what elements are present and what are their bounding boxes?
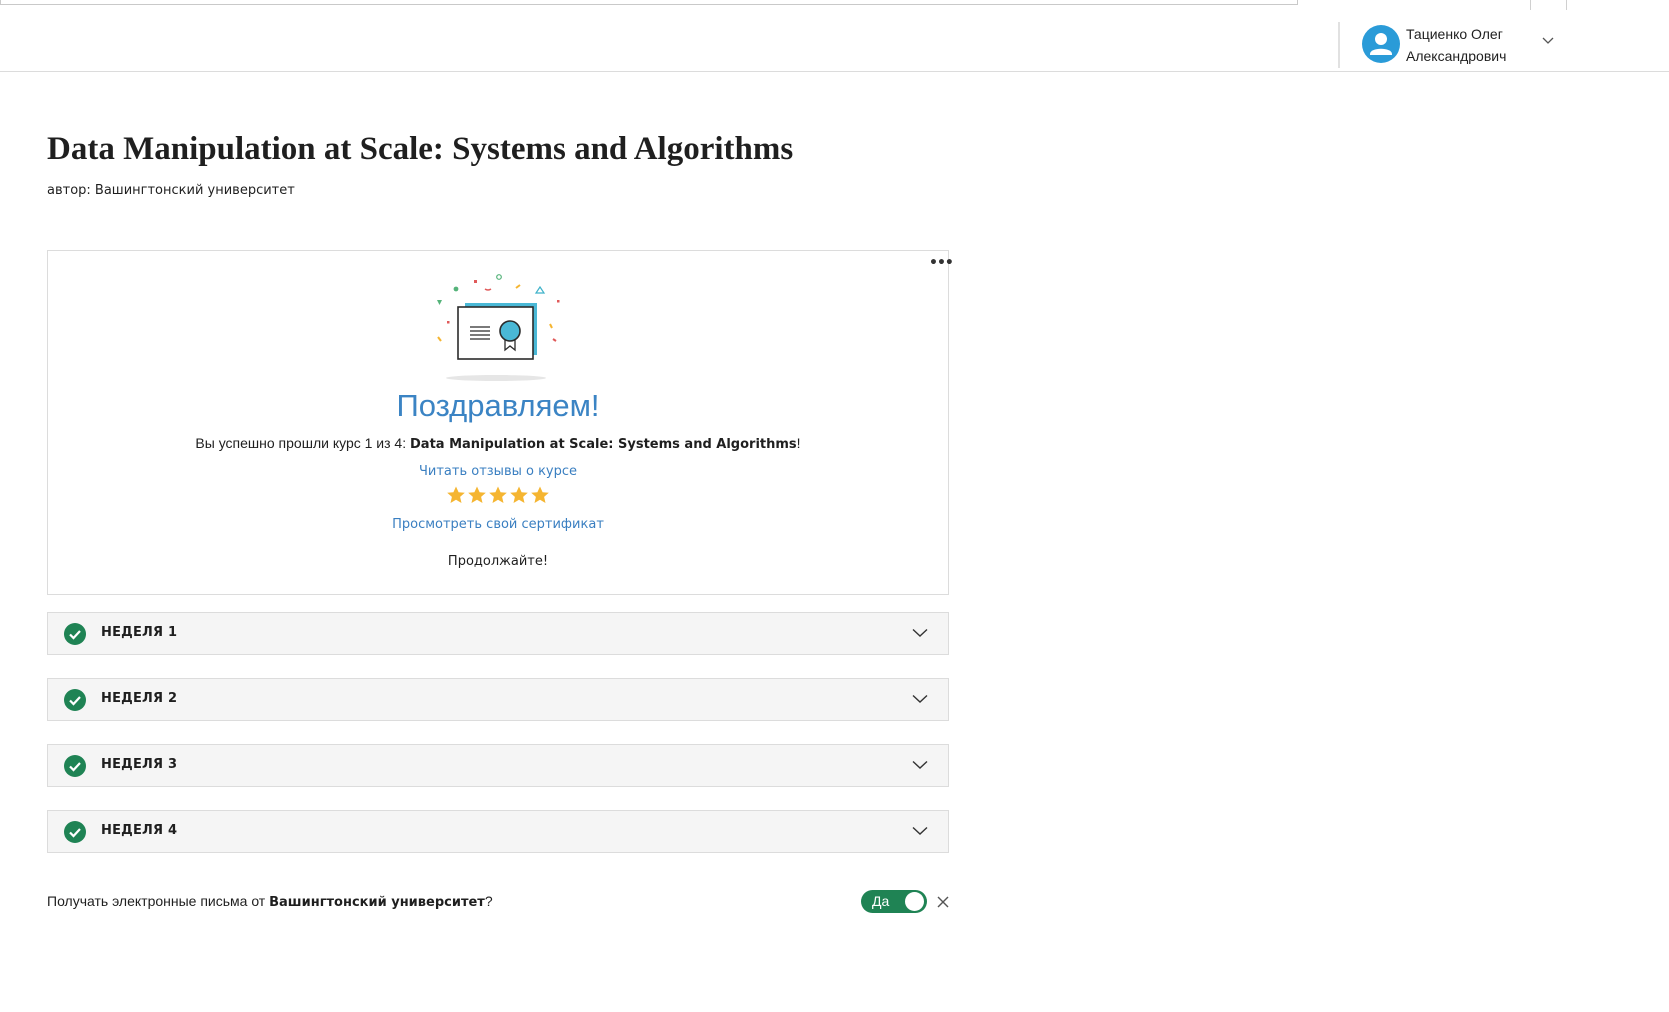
email-pref-suffix: ? xyxy=(484,893,493,909)
toolbar-separator xyxy=(1566,0,1567,10)
chevron-down-icon[interactable] xyxy=(1542,37,1554,45)
check-circle-icon xyxy=(64,821,86,843)
course-author: автор: Вашингтонский университет xyxy=(47,183,295,198)
email-toggle[interactable]: Да xyxy=(861,890,927,913)
certificate-icon xyxy=(437,274,560,381)
keep-going-text: Продолжайте! xyxy=(447,554,549,569)
site-header: Тациенко Олег Александрович xyxy=(0,10,1669,72)
completion-card: ••• Поздравляем! Вы успешно прошли курс … xyxy=(47,250,954,595)
toggle-knob xyxy=(905,892,924,911)
rating-stars[interactable] xyxy=(446,485,550,505)
toggle-label: Да xyxy=(872,893,890,909)
congrats-heading: Поздравляем! xyxy=(396,388,600,423)
chevron-down-icon[interactable] xyxy=(912,760,928,770)
email-preference-text: Получать электронные письма от Вашингтон… xyxy=(47,893,493,910)
chevron-down-icon[interactable] xyxy=(912,694,928,704)
star-icon[interactable] xyxy=(467,485,487,505)
completion-course-name: Data Manipulation at Scale: Systems and … xyxy=(410,437,797,452)
check-circle-icon xyxy=(64,755,86,777)
user-name: Тациенко Олег Александрович xyxy=(1406,26,1507,64)
address-bar-edge xyxy=(0,0,1298,5)
view-certificate-link[interactable]: Просмотреть свой сертификат xyxy=(48,517,948,532)
star-icon[interactable] xyxy=(446,485,466,505)
check-circle-icon xyxy=(64,689,86,711)
week-label: НЕДЕЛЯ 1 xyxy=(101,625,178,640)
chevron-down-icon[interactable] xyxy=(912,826,928,836)
person-icon xyxy=(1362,25,1400,63)
week-1-section[interactable]: НЕДЕЛЯ 1 xyxy=(47,612,949,655)
star-icon[interactable] xyxy=(488,485,508,505)
check-circle-icon xyxy=(64,623,86,645)
more-options-icon[interactable]: ••• xyxy=(929,255,954,271)
week-label: НЕДЕЛЯ 4 xyxy=(101,823,178,838)
browser-top-strip xyxy=(0,0,1669,10)
completion-message: Вы успешно прошли курс 1 из 4: Data Mani… xyxy=(48,435,948,452)
completion-prefix: Вы успешно прошли курс 1 из 4: xyxy=(195,435,410,451)
chevron-down-icon[interactable] xyxy=(912,628,928,638)
star-icon[interactable] xyxy=(530,485,550,505)
header-divider xyxy=(1338,22,1340,68)
close-icon[interactable] xyxy=(935,894,951,910)
toolbar-separator xyxy=(1530,0,1531,10)
week-2-section[interactable]: НЕДЕЛЯ 2 xyxy=(47,678,949,721)
email-pref-prefix: Получать электронные письма от xyxy=(47,893,270,909)
completion-suffix: ! xyxy=(796,435,801,451)
star-icon[interactable] xyxy=(509,485,529,505)
user-menu[interactable]: Тациенко Олег Александрович xyxy=(1362,22,1562,68)
course-reviews-link[interactable]: Читать отзывы о курсе xyxy=(48,464,948,479)
week-label: НЕДЕЛЯ 3 xyxy=(101,757,178,772)
page-title: Data Manipulation at Scale: Systems and … xyxy=(47,131,794,167)
email-pref-org: Вашингтонский университет xyxy=(269,895,485,910)
week-3-section[interactable]: НЕДЕЛЯ 3 xyxy=(47,744,949,787)
week-label: НЕДЕЛЯ 2 xyxy=(101,691,178,706)
week-4-section[interactable]: НЕДЕЛЯ 4 xyxy=(47,810,949,853)
